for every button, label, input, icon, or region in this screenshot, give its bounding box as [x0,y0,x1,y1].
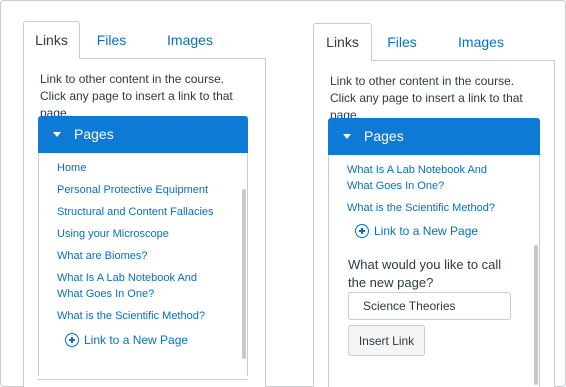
link-to-new-page-button[interactable]: Link to a New Page [65,333,188,347]
page-link-biomes[interactable]: What are Biomes? [57,248,147,264]
section-title: Pages [364,128,404,144]
page-link-scientific-method[interactable]: What is the Scientific Method? [57,308,205,324]
intro-text: Link to other content in the course. Cli… [40,72,233,120]
tab-links[interactable]: Links [23,21,80,59]
tab-links[interactable]: Links [313,23,372,61]
tab-bar: Links Files Images [313,23,555,61]
page-link-lab-notebook[interactable]: What Is A Lab Notebook And What Goes In … [57,270,207,302]
new-page-label: Link to a New Page [374,224,479,238]
page-link-microscope[interactable]: Using your Microscope [57,226,169,242]
page-link-scientific-method[interactable]: What is the Scientific Method? [347,200,495,216]
page-link-home[interactable]: Home [57,160,86,176]
section-title: Pages [74,126,114,142]
intro-text: Link to other content in the course. Cli… [330,74,523,122]
pages-section-header[interactable]: Pages [38,116,248,153]
plus-circle-icon [65,333,79,347]
tab-images[interactable]: Images [439,26,523,60]
pages-list: Home Personal Protective Equipment Struc… [38,153,248,376]
caret-down-icon [343,134,351,139]
tab-files[interactable]: Files [379,26,425,60]
tab-images[interactable]: Images [149,24,231,58]
left-panel: Links Files Images Link to other content… [23,21,266,387]
new-page-name-input[interactable] [348,292,511,320]
caret-down-icon [53,132,61,137]
page-link-lab-notebook[interactable]: What Is A Lab Notebook And What Goes In … [347,162,497,194]
scrollbar[interactable] [242,189,246,359]
tab-files[interactable]: Files [89,24,134,58]
insert-link-button[interactable]: Insert Link [348,325,425,356]
new-page-label: Link to a New Page [84,333,189,347]
pages-section-header[interactable]: Pages [328,118,540,155]
page-link-fallacies[interactable]: Structural and Content Fallacies [57,204,214,220]
plus-circle-icon [355,224,369,238]
scrollbar[interactable] [534,245,538,385]
screenshot-frame: Links Files Images Link to other content… [0,0,566,387]
right-panel: Links Files Images Link to other content… [313,23,555,387]
divider [38,379,248,380]
page-link-ppe[interactable]: Personal Protective Equipment [57,182,208,198]
link-to-new-page-button[interactable]: Link to a New Page [355,224,478,238]
tab-bar: Links Files Images [23,21,266,59]
new-page-question: What would you like to call the new page… [348,257,502,290]
tab-content: Link to other content in the course. Cli… [23,58,266,387]
